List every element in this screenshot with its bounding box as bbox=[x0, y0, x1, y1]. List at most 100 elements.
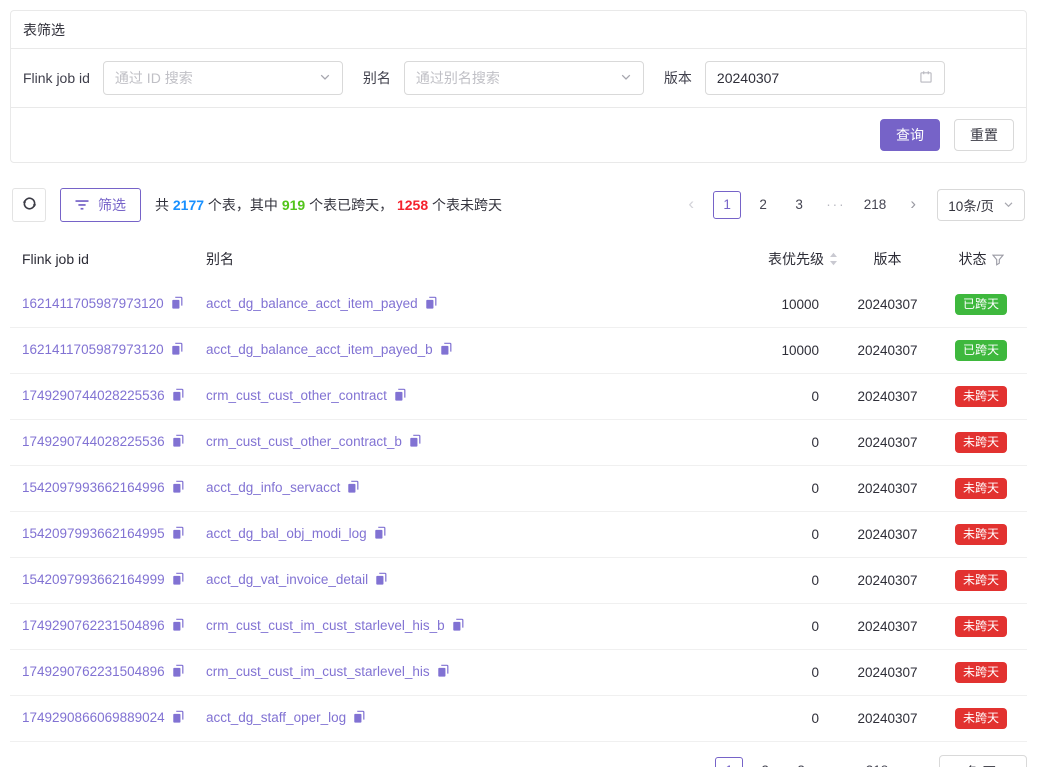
flink-job-id-link[interactable]: 1749290744028225536 bbox=[22, 388, 165, 403]
flink-job-id-select[interactable]: 通过 ID 搜索 bbox=[103, 61, 343, 95]
status-cell: 已跨天 bbox=[935, 328, 1027, 374]
table-header-row: Flink job id 别名 表优先级 版本 状态 bbox=[10, 240, 1027, 282]
filter-card-footer: 查询 重置 bbox=[11, 107, 1026, 162]
copy-icon[interactable] bbox=[346, 482, 360, 497]
flink-job-id-link[interactable]: 1749290866069889024 bbox=[22, 710, 165, 725]
copy-icon[interactable] bbox=[408, 436, 422, 451]
flink-job-id-link[interactable]: 1542097993662164996 bbox=[22, 480, 165, 495]
alias-link[interactable]: acct_dg_balance_acct_item_payed_b bbox=[206, 342, 433, 357]
copy-icon[interactable] bbox=[374, 574, 388, 589]
status-cell: 未跨天 bbox=[935, 466, 1027, 512]
calendar-icon bbox=[919, 70, 933, 87]
copy-icon[interactable] bbox=[436, 666, 450, 681]
filter-lines-icon bbox=[75, 197, 89, 213]
alias-link[interactable]: crm_cust_cust_other_contract bbox=[206, 388, 387, 403]
col-priority: 表优先级 bbox=[710, 240, 840, 282]
page-button-3[interactable]: 3 bbox=[787, 757, 815, 767]
priority-cell: 10000 bbox=[710, 328, 840, 374]
alias-link[interactable]: crm_cust_cust_other_contract_b bbox=[206, 434, 402, 449]
filter-funnel-icon[interactable] bbox=[992, 253, 1004, 269]
toolbar: 筛选 共 2177 个表，其中 919 个表已跨天， 1258 个表未跨天 ‹1… bbox=[10, 188, 1027, 222]
flink-job-id-link[interactable]: 1621411705987973120 bbox=[22, 296, 164, 311]
filter-form-row: Flink job id 通过 ID 搜索 别名 通过别名搜索 bbox=[11, 49, 1026, 107]
alias-link[interactable]: acct_dg_balance_acct_item_payed bbox=[206, 296, 418, 311]
copy-icon[interactable] bbox=[171, 666, 185, 681]
flink-job-id-link[interactable]: 1749290744028225536 bbox=[22, 434, 165, 449]
alias-link[interactable]: acct_dg_vat_invoice_detail bbox=[206, 572, 368, 587]
page-button-218[interactable]: 218 bbox=[861, 757, 894, 767]
version-cell: 20240307 bbox=[840, 512, 935, 558]
status-badge: 未跨天 bbox=[955, 524, 1007, 545]
copy-icon[interactable] bbox=[373, 528, 387, 543]
copy-icon[interactable] bbox=[171, 390, 185, 405]
priority-cell: 0 bbox=[710, 558, 840, 604]
flink-job-id-cell: 1749290744028225536 bbox=[10, 374, 206, 420]
version-date-input[interactable] bbox=[705, 61, 945, 95]
filter-card-title: 表筛选 bbox=[11, 11, 1026, 49]
copy-icon[interactable] bbox=[171, 574, 185, 589]
copy-icon[interactable] bbox=[424, 298, 438, 313]
next-page-button[interactable]: › bbox=[901, 757, 929, 767]
alias-link[interactable]: crm_cust_cust_im_cust_starlevel_his_b bbox=[206, 618, 445, 633]
query-button[interactable]: 查询 bbox=[880, 119, 940, 151]
page-button-2[interactable]: 2 bbox=[751, 757, 779, 767]
crossed-count: 919 bbox=[282, 197, 305, 213]
flink-job-id-link[interactable]: 1542097993662164995 bbox=[22, 526, 165, 541]
status-badge: 未跨天 bbox=[955, 570, 1007, 591]
version-cell: 20240307 bbox=[840, 282, 935, 328]
filter-toggle-button[interactable]: 筛选 bbox=[60, 188, 141, 222]
copy-icon[interactable] bbox=[352, 712, 366, 727]
next-page-button[interactable]: › bbox=[899, 191, 927, 219]
refresh-button[interactable] bbox=[12, 188, 46, 222]
alias-cell: acct_dg_balance_acct_item_payed bbox=[206, 282, 710, 328]
copy-icon[interactable] bbox=[171, 528, 185, 543]
sort-icon[interactable] bbox=[829, 253, 838, 269]
flink-job-id-link[interactable]: 1542097993662164999 bbox=[22, 572, 165, 587]
version-date-value[interactable] bbox=[717, 70, 919, 86]
page-button-218[interactable]: 218 bbox=[859, 191, 892, 219]
status-cell: 未跨天 bbox=[935, 604, 1027, 650]
alias-link[interactable]: crm_cust_cust_im_cust_starlevel_his bbox=[206, 664, 430, 679]
page-button-1[interactable]: 1 bbox=[715, 757, 743, 767]
refresh-icon bbox=[22, 196, 37, 214]
reset-button[interactable]: 重置 bbox=[954, 119, 1014, 151]
prev-page-button[interactable]: ‹ bbox=[677, 191, 705, 219]
version-cell: 20240307 bbox=[840, 420, 935, 466]
flink-job-id-link[interactable]: 1749290762231504896 bbox=[22, 618, 165, 633]
alias-cell: acct_dg_balance_acct_item_payed_b bbox=[206, 328, 710, 374]
page-button-2[interactable]: 2 bbox=[749, 191, 777, 219]
status-cell: 未跨天 bbox=[935, 374, 1027, 420]
alias-link[interactable]: acct_dg_bal_obj_modi_log bbox=[206, 526, 367, 541]
copy-icon[interactable] bbox=[170, 298, 184, 313]
prev-page-button[interactable]: ‹ bbox=[679, 757, 707, 767]
pagination-bottom: ‹123···218›10条/页 bbox=[671, 755, 1027, 767]
version-cell: 20240307 bbox=[840, 558, 935, 604]
flink-job-id-link[interactable]: 1621411705987973120 bbox=[22, 342, 164, 357]
page-button-3[interactable]: 3 bbox=[785, 191, 813, 219]
copy-icon[interactable] bbox=[171, 482, 185, 497]
page-size-select[interactable]: 10条/页 bbox=[939, 755, 1027, 767]
priority-cell: 0 bbox=[710, 696, 840, 742]
filter-toggle-label: 筛选 bbox=[98, 195, 126, 215]
alias-link[interactable]: acct_dg_info_servacct bbox=[206, 480, 340, 495]
copy-icon[interactable] bbox=[170, 344, 184, 359]
priority-cell: 0 bbox=[710, 512, 840, 558]
table-body: 1621411705987973120 acct_dg_balance_acct_… bbox=[10, 282, 1027, 742]
alias-cell: crm_cust_cust_other_contract bbox=[206, 374, 710, 420]
alias-cell: crm_cust_cust_im_cust_starlevel_his_b bbox=[206, 604, 710, 650]
copy-icon[interactable] bbox=[171, 436, 185, 451]
copy-icon[interactable] bbox=[171, 620, 185, 635]
alias-cell: acct_dg_vat_invoice_detail bbox=[206, 558, 710, 604]
copy-icon[interactable] bbox=[439, 344, 453, 359]
page-button-1[interactable]: 1 bbox=[713, 191, 741, 219]
copy-icon[interactable] bbox=[171, 712, 185, 727]
alias-select[interactable]: 通过别名搜索 bbox=[404, 61, 644, 95]
alias-link[interactable]: acct_dg_staff_oper_log bbox=[206, 710, 346, 725]
copy-icon[interactable] bbox=[451, 620, 465, 635]
copy-icon[interactable] bbox=[393, 390, 407, 405]
priority-cell: 10000 bbox=[710, 282, 840, 328]
page-size-select[interactable]: 10条/页 bbox=[937, 189, 1025, 221]
alias-field: 别名 通过别名搜索 bbox=[363, 61, 644, 95]
table-row: 1621411705987973120 acct_dg_balance_acct_… bbox=[10, 282, 1027, 328]
flink-job-id-link[interactable]: 1749290762231504896 bbox=[22, 664, 165, 679]
